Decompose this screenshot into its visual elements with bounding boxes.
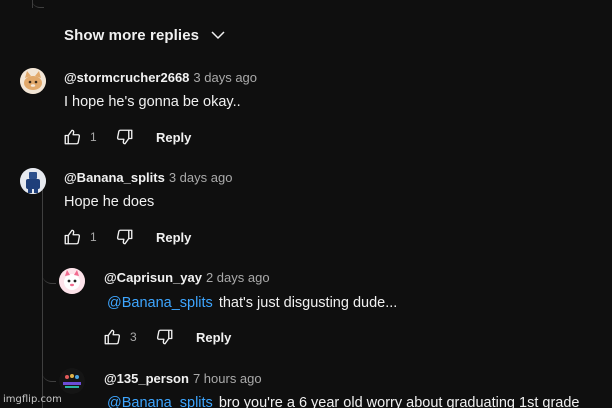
- dislike-icon[interactable]: [156, 328, 174, 346]
- pink-character-avatar[interactable]: [59, 268, 85, 294]
- comment-text: that's just disgusting dude...: [218, 295, 398, 311]
- comment-actions: 3 Reply: [103, 327, 231, 347]
- comment-meta: @Caprisun_yay 2 days ago: [104, 269, 270, 287]
- comment-text-line: @Banana_splits bro you're a 6 year old wo…: [107, 395, 579, 408]
- show-more-replies-button[interactable]: Show more replies: [64, 24, 227, 46]
- thread-elbow-caprisun: [42, 262, 56, 284]
- reply-button[interactable]: Reply: [156, 230, 191, 245]
- comment-text-line: @Banana_splits that's just disgusting dud…: [107, 295, 397, 311]
- reply-button[interactable]: Reply: [156, 130, 191, 145]
- comment-text: bro you're a 6 year old worry about grad…: [218, 395, 580, 408]
- comment-author[interactable]: @stormcrucher2668: [64, 70, 189, 85]
- mention-link[interactable]: @Banana_splits: [107, 395, 213, 408]
- like-icon[interactable]: [63, 128, 81, 146]
- dislike-icon[interactable]: [116, 228, 134, 246]
- show-more-replies-label: Show more replies: [64, 26, 200, 44]
- comment-author[interactable]: @Caprisun_yay: [104, 270, 202, 285]
- comment-meta: @135_person 7 hours ago: [104, 370, 262, 388]
- comment-time[interactable]: 2 days ago: [206, 270, 270, 285]
- comment-author[interactable]: @135_person: [104, 371, 189, 386]
- blue-figure-avatar[interactable]: [20, 168, 46, 194]
- 135-logo-avatar[interactable]: [59, 368, 85, 394]
- comment-meta: @stormcrucher2668 3 days ago: [64, 69, 257, 87]
- like-icon[interactable]: [63, 228, 81, 246]
- comment-time[interactable]: 3 days ago: [193, 70, 257, 85]
- like-count: 3: [130, 330, 137, 344]
- watermark: imgflip.com: [3, 394, 62, 405]
- mention-link[interactable]: @Banana_splits: [107, 295, 213, 311]
- reply-button[interactable]: Reply: [196, 330, 231, 345]
- comment-meta: @Banana_splits 3 days ago: [64, 169, 232, 187]
- comment-actions: 1 Reply: [63, 227, 191, 247]
- like-icon[interactable]: [103, 328, 121, 346]
- like-count: 1: [90, 130, 97, 144]
- comment-text: I hope he's gonna be okay..: [64, 94, 241, 110]
- comment-actions: 1 Reply: [63, 127, 191, 147]
- comment-time[interactable]: 7 hours ago: [193, 371, 262, 386]
- cat-avatar[interactable]: [20, 68, 46, 94]
- chevron-down-icon: [211, 31, 225, 40]
- comment-text: Hope he does: [64, 194, 155, 210]
- comment-time[interactable]: 3 days ago: [169, 170, 233, 185]
- dislike-icon[interactable]: [116, 128, 134, 146]
- thread-elbow-top: [32, 0, 44, 8]
- thread-elbow-135: [42, 360, 56, 382]
- like-count: 1: [90, 230, 97, 244]
- comment-author[interactable]: @Banana_splits: [64, 170, 165, 185]
